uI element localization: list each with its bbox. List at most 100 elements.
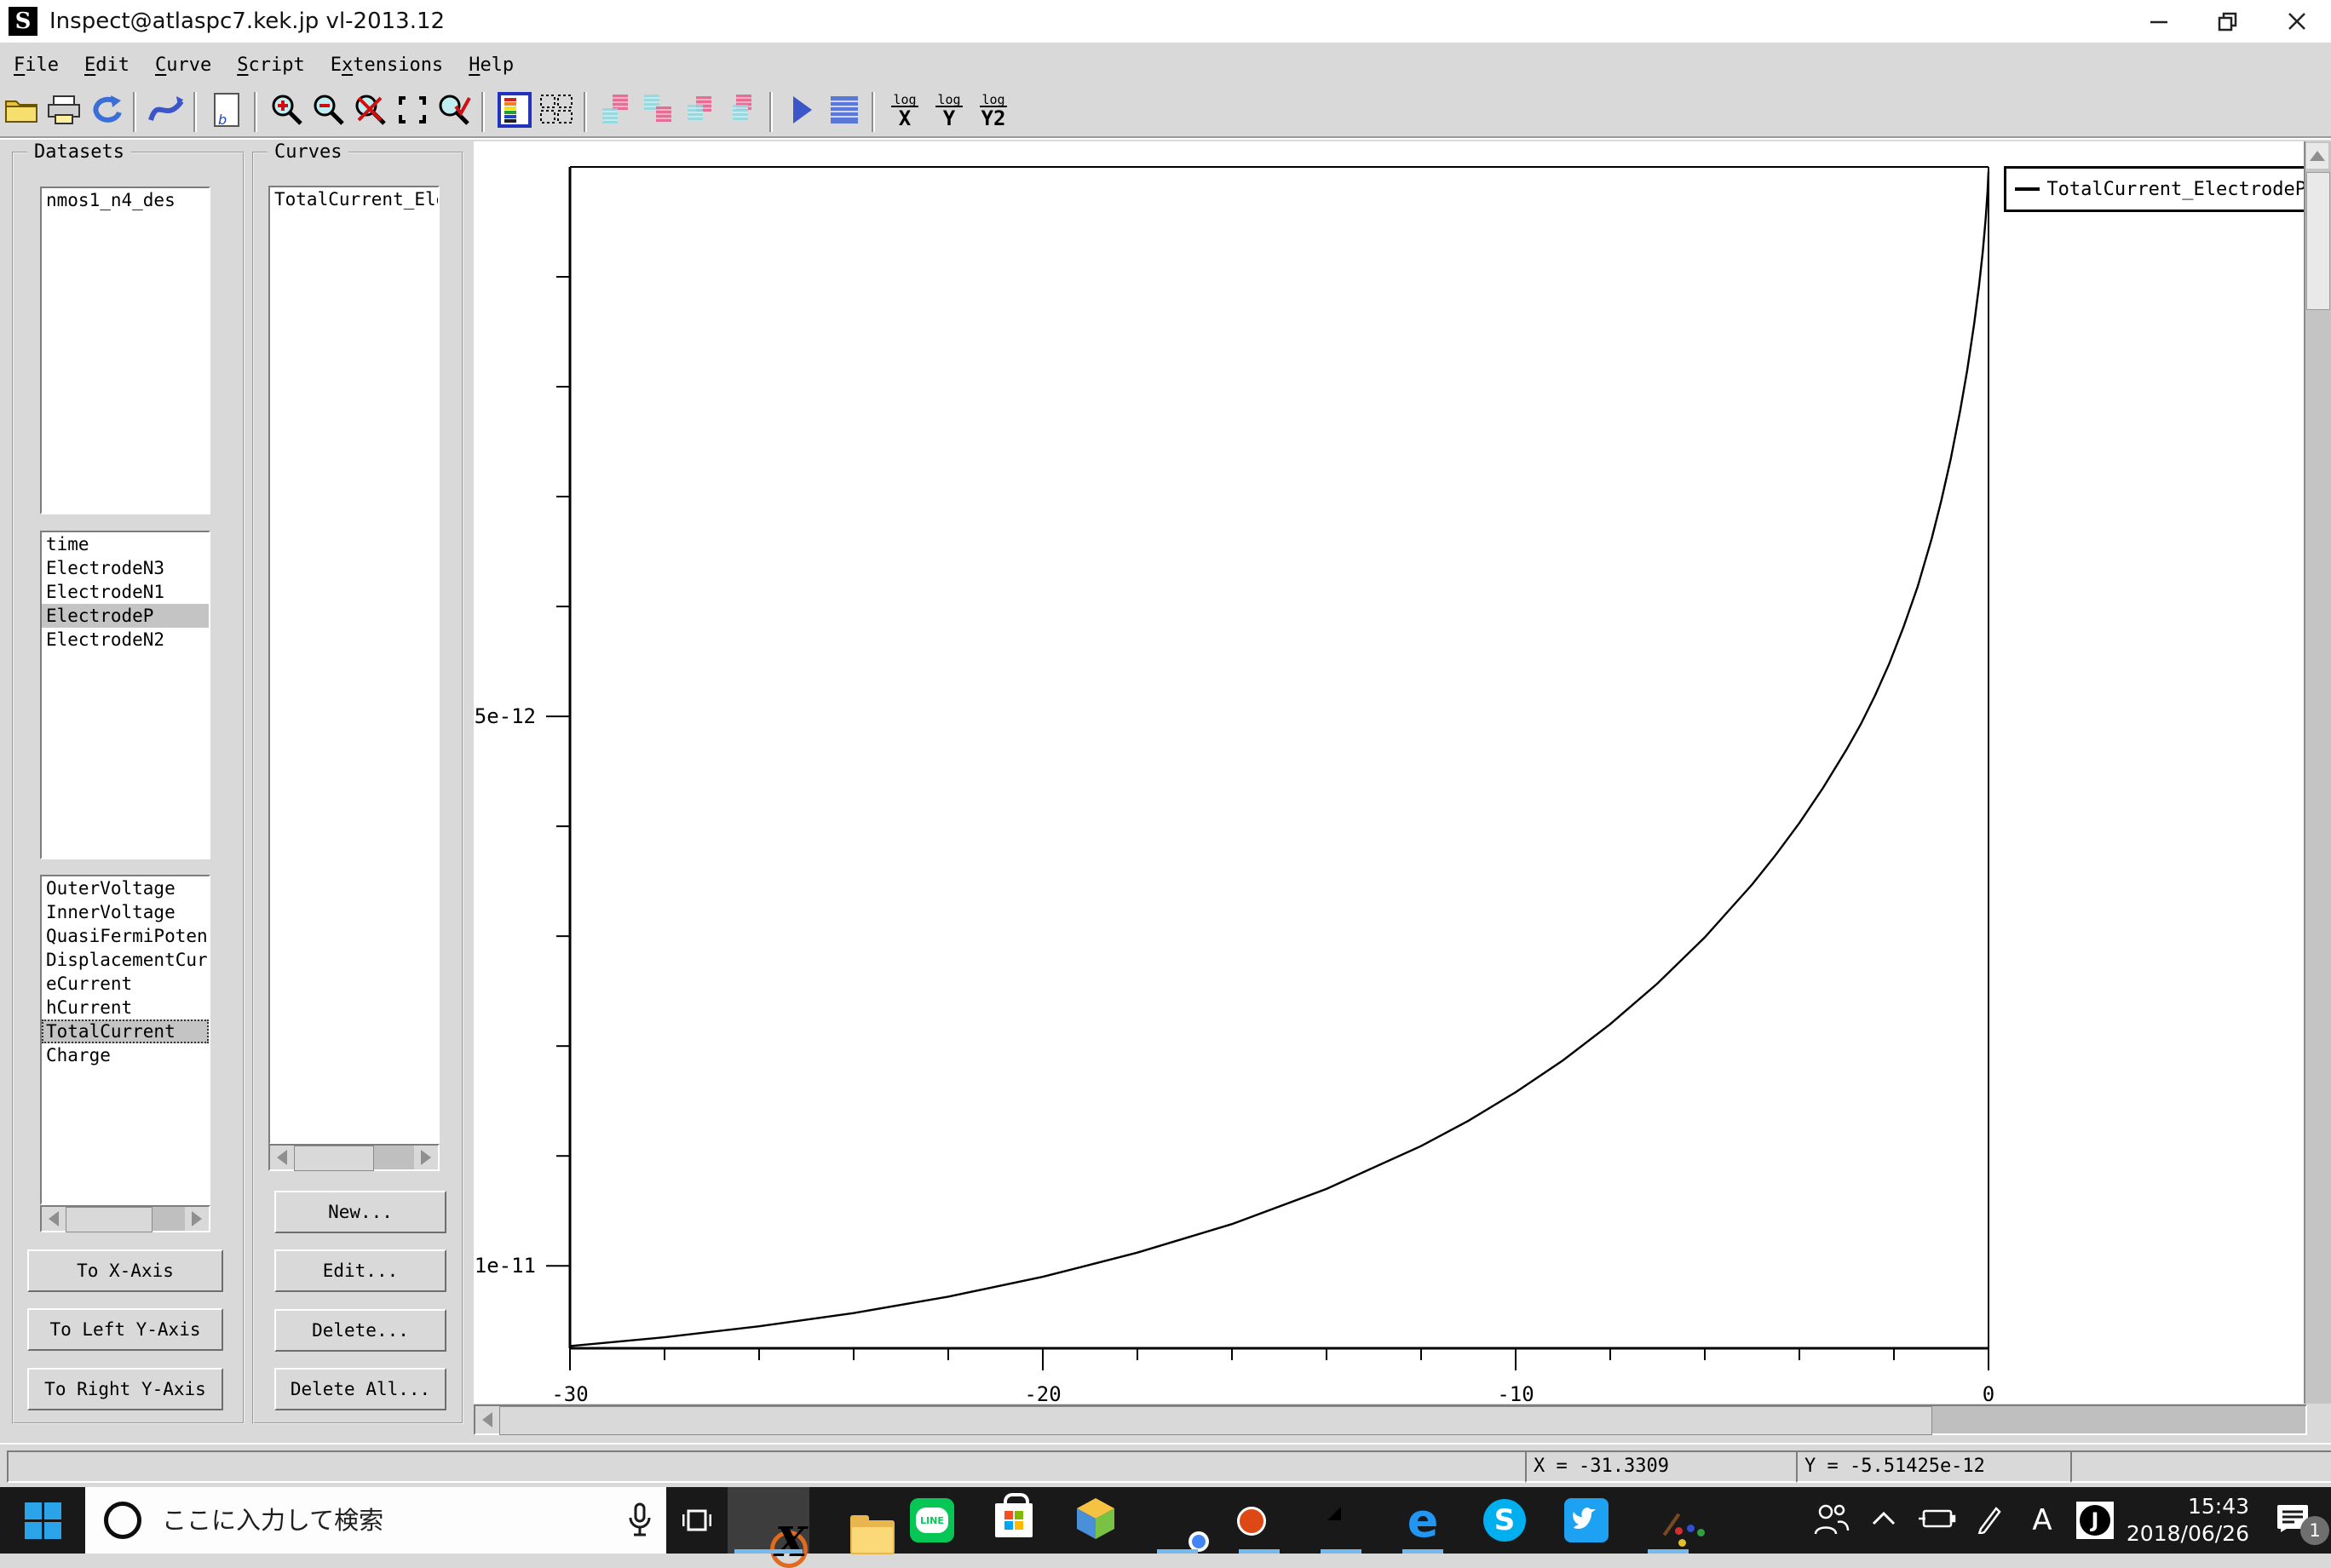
printer-button[interactable]	[43, 92, 83, 132]
dataset-variable-item[interactable]: ElectrodeN3	[42, 556, 209, 580]
menu-item-help[interactable]: Help	[469, 55, 514, 76]
curve-item[interactable]: TotalCurrent_Ele	[270, 187, 438, 211]
taskbar-search[interactable]	[85, 1487, 666, 1554]
dataset-variable-item[interactable]: ElectrodeP	[42, 604, 209, 628]
taskbar-app-gimp[interactable]	[1627, 1487, 1709, 1554]
dataset-quantity-item[interactable]: QuasiFermiPotent	[42, 924, 209, 948]
button-delete[interactable]: Delete...	[274, 1309, 446, 1352]
scroll-left-arrow[interactable]	[270, 1146, 294, 1169]
notification-center-button[interactable]: 1	[2254, 1487, 2331, 1554]
scroll-left-arrow[interactable]	[475, 1406, 499, 1433]
pattern-button[interactable]	[824, 92, 864, 132]
dataset-variable-item[interactable]: ElectrodeN2	[42, 628, 209, 652]
dataset-variable-item[interactable]: ElectrodeN1	[42, 580, 209, 604]
zoom-in-button[interactable]	[267, 92, 307, 132]
taskbar-app-cube-app[interactable]	[1055, 1487, 1137, 1554]
zoom-cancel-button[interactable]	[350, 92, 390, 132]
button-new[interactable]: New...	[274, 1191, 446, 1233]
microphone-icon[interactable]	[627, 1502, 653, 1540]
notification-badge: 1	[2300, 1516, 2329, 1545]
grid-button[interactable]	[536, 92, 576, 132]
play-button[interactable]	[782, 92, 822, 132]
legend-line-sample	[2015, 187, 2040, 191]
taskbar-app-file-explorer[interactable]	[809, 1487, 895, 1554]
taskbar-app-ubuntu-terminal[interactable]	[1218, 1487, 1300, 1554]
taskbar-app-ms-store[interactable]	[973, 1487, 1055, 1554]
datasets-hscrollbar[interactable]	[40, 1205, 210, 1232]
palette-icon	[497, 92, 532, 131]
dataset-variables-listbox[interactable]: time ElectrodeN3 ElectrodeN1 ElectrodeP Elec…	[40, 531, 210, 859]
tray-ime-a-icon[interactable]: A	[2016, 1487, 2069, 1554]
dataset-variable-item[interactable]: time	[42, 532, 209, 556]
taskbar-app-notes-app[interactable]	[1300, 1487, 1382, 1554]
menu-item-edit[interactable]: Edit	[84, 55, 130, 76]
plot-hscrollbar[interactable]	[474, 1404, 2307, 1435]
zoom-region-button[interactable]	[392, 92, 432, 132]
open-folder-button[interactable]	[2, 92, 42, 132]
scroll-thumb[interactable]	[294, 1146, 374, 1171]
marker-a-button[interactable]	[596, 92, 636, 132]
scroll-left-arrow[interactable]	[42, 1207, 66, 1231]
new-page-button[interactable]: b	[206, 92, 246, 132]
curves-listbox[interactable]: TotalCurrent_Ele	[268, 186, 440, 1145]
dataset-quantity-item[interactable]: hCurrent	[42, 996, 209, 1019]
scroll-right-arrow[interactable]	[414, 1146, 438, 1169]
start-button[interactable]	[0, 1487, 85, 1554]
dataset-quantity-item[interactable]: InnerVoltage	[42, 900, 209, 924]
dataset-files-listbox[interactable]: nmos1_n4_des	[40, 187, 210, 514]
scroll-thumb[interactable]	[66, 1207, 153, 1232]
search-input[interactable]	[160, 1505, 573, 1536]
dataset-quantity-item[interactable]: DisplacementCurr	[42, 948, 209, 972]
plot-canvas[interactable]: -30 -20 -10 0 -5e-12 -1e-11	[462, 141, 2304, 1406]
log-y-button[interactable]: log Y	[927, 92, 971, 132]
marker-d-button[interactable]	[722, 92, 762, 132]
taskbar-app-exceed[interactable]: X	[728, 1487, 809, 1568]
dataset-quantity-item[interactable]: eCurrent	[42, 972, 209, 996]
button-edit[interactable]: Edit...	[274, 1249, 446, 1292]
task-view-button[interactable]	[666, 1487, 728, 1554]
dataset-quantity-item[interactable]: TotalCurrent	[42, 1019, 209, 1043]
taskbar-clock[interactable]: 15:43 2018/06/26	[2121, 1493, 2254, 1548]
dataset-quantities-listbox[interactable]: OuterVoltage InnerVoltage QuasiFermiPotent…	[40, 875, 210, 1205]
log-x-button[interactable]: log X	[883, 92, 927, 132]
menu-item-file[interactable]: File	[14, 55, 59, 76]
plot-vscrollbar[interactable]	[2304, 141, 2331, 1404]
scroll-up-arrow[interactable]	[2306, 143, 2328, 169]
taskbar-app-twitter[interactable]	[1545, 1487, 1627, 1554]
menu-item-script[interactable]: Script	[237, 55, 304, 76]
scroll-thumb[interactable]	[2306, 172, 2330, 310]
menu-item-curve[interactable]: Curve	[155, 55, 211, 76]
taskbar-app-line[interactable]: LINE	[891, 1487, 973, 1554]
refresh-button[interactable]	[85, 92, 125, 132]
taskbar-app-skype[interactable]: S	[1464, 1487, 1545, 1554]
marker-c-button[interactable]	[680, 92, 720, 132]
dataset-quantity-item[interactable]: Charge	[42, 1043, 209, 1067]
dataset-quantity-item[interactable]: OuterVoltage	[42, 876, 209, 900]
restore-button[interactable]	[2193, 0, 2262, 43]
button-to-left-y-axis[interactable]: To Left Y-Axis	[27, 1308, 223, 1351]
zoom-check-button[interactable]	[434, 92, 474, 132]
tray-tray-chevron-button[interactable]	[1857, 1487, 1910, 1554]
tray-pen-icon[interactable]	[1963, 1487, 2016, 1554]
dataset-file-item[interactable]: nmos1_n4_des	[42, 188, 209, 212]
tray-battery-icon[interactable]	[1910, 1487, 1963, 1554]
scroll-right-arrow[interactable]	[185, 1207, 209, 1231]
toolbar-separator	[133, 91, 136, 132]
close-button[interactable]	[2262, 0, 2331, 43]
button-to-right-y-axis[interactable]: To Right Y-Axis	[27, 1368, 223, 1410]
curves-hscrollbar[interactable]	[268, 1144, 440, 1171]
zoom-out-button[interactable]	[308, 92, 348, 132]
menu-item-extensions[interactable]: Extensions	[331, 55, 443, 76]
curve-tool-button[interactable]	[146, 92, 186, 132]
button-to-x-axis[interactable]: To X-Axis	[27, 1249, 223, 1292]
minimize-button[interactable]	[2124, 0, 2193, 43]
marker-b-button[interactable]	[638, 92, 678, 132]
taskbar-app-chrome[interactable]	[1137, 1487, 1218, 1554]
palette-button[interactable]	[494, 92, 534, 132]
taskbar-app-edge[interactable]: e	[1382, 1487, 1464, 1554]
button-delete-all[interactable]: Delete All...	[274, 1368, 446, 1410]
scroll-thumb[interactable]	[499, 1406, 1932, 1435]
log-y2-button[interactable]: log Y2	[971, 92, 1016, 132]
tray-people-button[interactable]	[1804, 1487, 1857, 1554]
tray-ime-j-icon[interactable]: J	[2069, 1487, 2121, 1554]
